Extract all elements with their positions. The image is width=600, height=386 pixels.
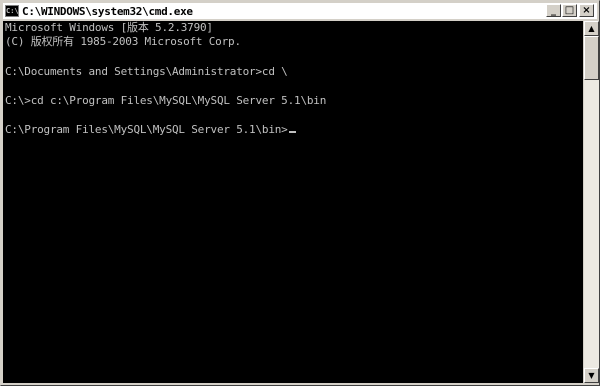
console-line: C:\Documents and Settings\Administrator>… [5, 65, 288, 78]
console-prompt-line[interactable]: C:\Program Files\MySQL\MySQL Server 5.1\… [5, 123, 296, 137]
cmd-app-icon[interactable]: C:\ [5, 5, 19, 17]
console-prompt: C:\Program Files\MySQL\MySQL Server 5.1\… [5, 123, 288, 136]
minimize-button[interactable]: _ [546, 4, 561, 17]
close-button[interactable]: × [579, 4, 594, 17]
window-title: C:\WINDOWS\system32\cmd.exe [22, 4, 193, 18]
console-line: (C) 版权所有 1985-2003 Microsoft Corp. [5, 35, 241, 48]
vertical-scrollbar[interactable]: ▲ ▼ [584, 21, 599, 383]
maximize-button[interactable]: □ [562, 4, 577, 17]
scroll-up-button[interactable]: ▲ [584, 21, 599, 36]
scroll-down-button[interactable]: ▼ [584, 368, 599, 383]
text-cursor [288, 131, 296, 133]
title-buttons: _ □ × [545, 4, 594, 17]
console-line: C:\>cd c:\Program Files\MySQL\MySQL Serv… [5, 94, 327, 107]
cmd-window: C:\ C:\WINDOWS\system32\cmd.exe _ □ × Mi… [0, 0, 600, 386]
scroll-thumb[interactable] [584, 36, 599, 80]
title-bar[interactable]: C:\ C:\WINDOWS\system32\cmd.exe _ □ × [3, 3, 597, 19]
console-line: Microsoft Windows [版本 5.2.3790] [5, 21, 213, 34]
console-output[interactable]: Microsoft Windows [版本 5.2.3790] (C) 版权所有… [3, 21, 583, 383]
